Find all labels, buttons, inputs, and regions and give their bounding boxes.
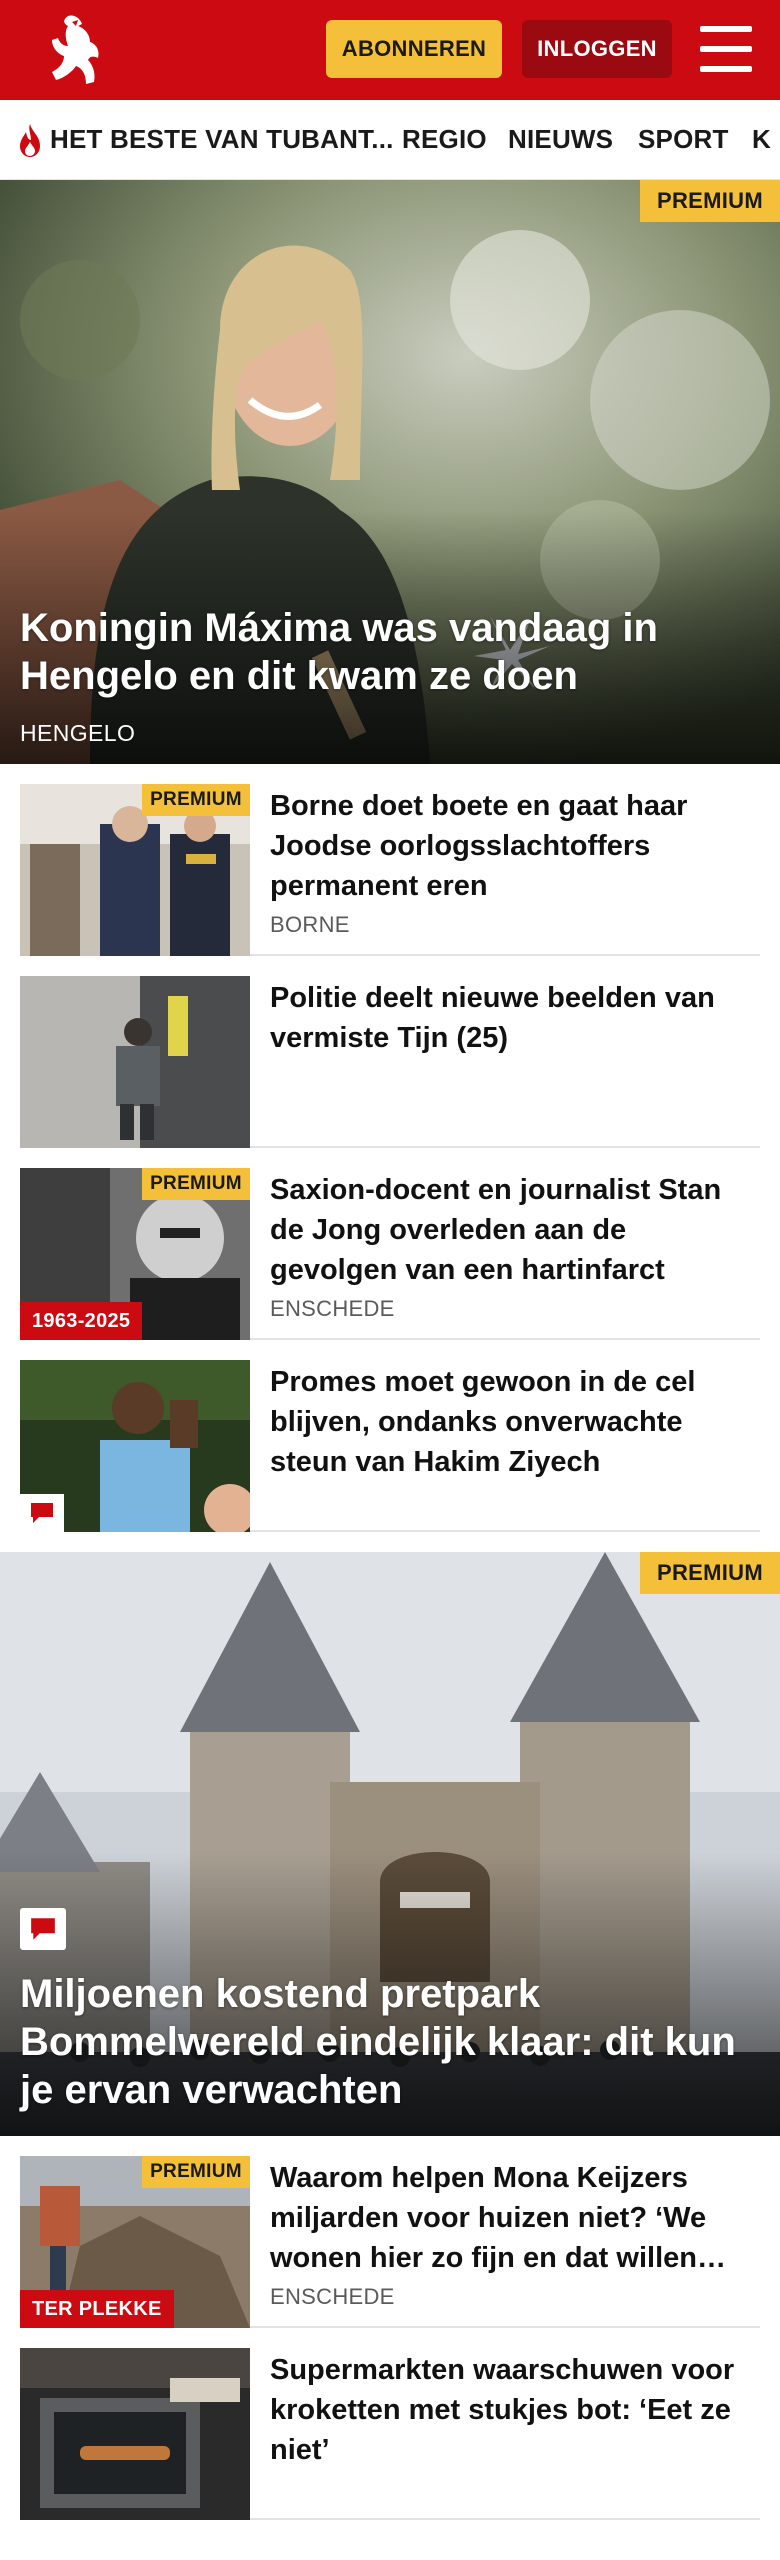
comment-icon bbox=[31, 1918, 55, 1940]
hero-title[interactable]: Miljoenen kostend pretpark Bommelwereld … bbox=[20, 1970, 756, 2114]
premium-badge: PREMIUM bbox=[640, 180, 780, 222]
article-title[interactable]: Borne doet boete en gaat haar Joodse oor… bbox=[270, 786, 760, 906]
premium-badge: PREMIUM bbox=[142, 2156, 250, 2188]
nav-item-sport[interactable]: SPORT bbox=[638, 124, 729, 155]
article-title[interactable]: Supermarkten waarschuwen voor kroketten … bbox=[270, 2350, 760, 2470]
nav-item-overflow[interactable]: K bbox=[752, 124, 771, 155]
article-thumbnail bbox=[20, 976, 250, 1148]
hero-article[interactable]: PREMIUM Koningin Máxima was vandaag in H… bbox=[0, 180, 780, 764]
hero-location: HENGELO bbox=[20, 720, 136, 746]
article-item[interactable]: PREMIUM 1963-2025 Saxion-docent en journ… bbox=[20, 1148, 760, 1340]
article-item[interactable]: Promes moet gewoon in de cel blijven, on… bbox=[20, 1340, 760, 1532]
site-header: ABONNEREN INLOGGEN bbox=[0, 0, 780, 100]
nav-item-nieuws[interactable]: NIEUWS bbox=[508, 124, 613, 155]
hamburger-menu-icon[interactable] bbox=[700, 26, 752, 72]
article-location: ENSCHEDE bbox=[270, 2284, 395, 2309]
article-item[interactable]: PREMIUM Borne doet boete en gaat haar Jo… bbox=[20, 764, 760, 956]
comments-badge[interactable] bbox=[20, 1494, 64, 1532]
article-thumbnail: PREMIUM TER PLEKKE bbox=[20, 2156, 250, 2328]
article-thumbnail: PREMIUM bbox=[20, 784, 250, 956]
article-thumbnail: PREMIUM 1963-2025 bbox=[20, 1168, 250, 1340]
subscribe-button[interactable]: ABONNEREN bbox=[326, 20, 502, 78]
nav-item-best-of[interactable]: HET BESTE VAN TUBANT... bbox=[50, 124, 394, 155]
article-title[interactable]: Saxion-docent en journalist Stan de Jong… bbox=[270, 1170, 760, 1290]
comments-badge[interactable] bbox=[20, 1908, 66, 1950]
login-button[interactable]: INLOGGEN bbox=[522, 20, 672, 78]
article-title[interactable]: Promes moet gewoon in de cel blijven, on… bbox=[270, 1362, 760, 1482]
premium-badge: PREMIUM bbox=[142, 1168, 250, 1200]
hero-article[interactable]: PREMIUM Miljoenen kostend pretpark Bomme… bbox=[0, 1552, 780, 2136]
article-title[interactable]: Waarom helpen Mona Keijzers miljarden vo… bbox=[270, 2158, 760, 2278]
article-item[interactable]: Supermarkten waarschuwen voor kroketten … bbox=[20, 2328, 760, 2520]
article-location: ENSCHEDE bbox=[270, 1296, 395, 1321]
flame-icon bbox=[20, 124, 40, 157]
premium-badge: PREMIUM bbox=[142, 784, 250, 816]
article-thumbnail bbox=[20, 2348, 250, 2520]
hero-title[interactable]: Koningin Máxima was vandaag in Hengelo e… bbox=[20, 604, 756, 700]
article-location: BORNE bbox=[270, 912, 350, 937]
article-item[interactable]: Politie deelt nieuwe beelden van vermist… bbox=[20, 956, 760, 1148]
article-item[interactable]: PREMIUM TER PLEKKE Waarom helpen Mona Ke… bbox=[20, 2136, 760, 2328]
premium-badge: PREMIUM bbox=[640, 1552, 780, 1594]
comment-icon bbox=[31, 1503, 53, 1523]
thumbnail-label: 1963-2025 bbox=[20, 1302, 143, 1340]
article-title[interactable]: Politie deelt nieuwe beelden van vermist… bbox=[270, 978, 760, 1058]
tubantia-horse-logo-icon[interactable] bbox=[38, 12, 108, 88]
thumbnail-label: TER PLEKKE bbox=[20, 2290, 174, 2328]
nav-item-regio[interactable]: REGIO bbox=[402, 124, 487, 155]
section-nav: HET BESTE VAN TUBANT... REGIO NIEUWS SPO… bbox=[0, 100, 780, 180]
article-thumbnail bbox=[20, 1360, 250, 1532]
